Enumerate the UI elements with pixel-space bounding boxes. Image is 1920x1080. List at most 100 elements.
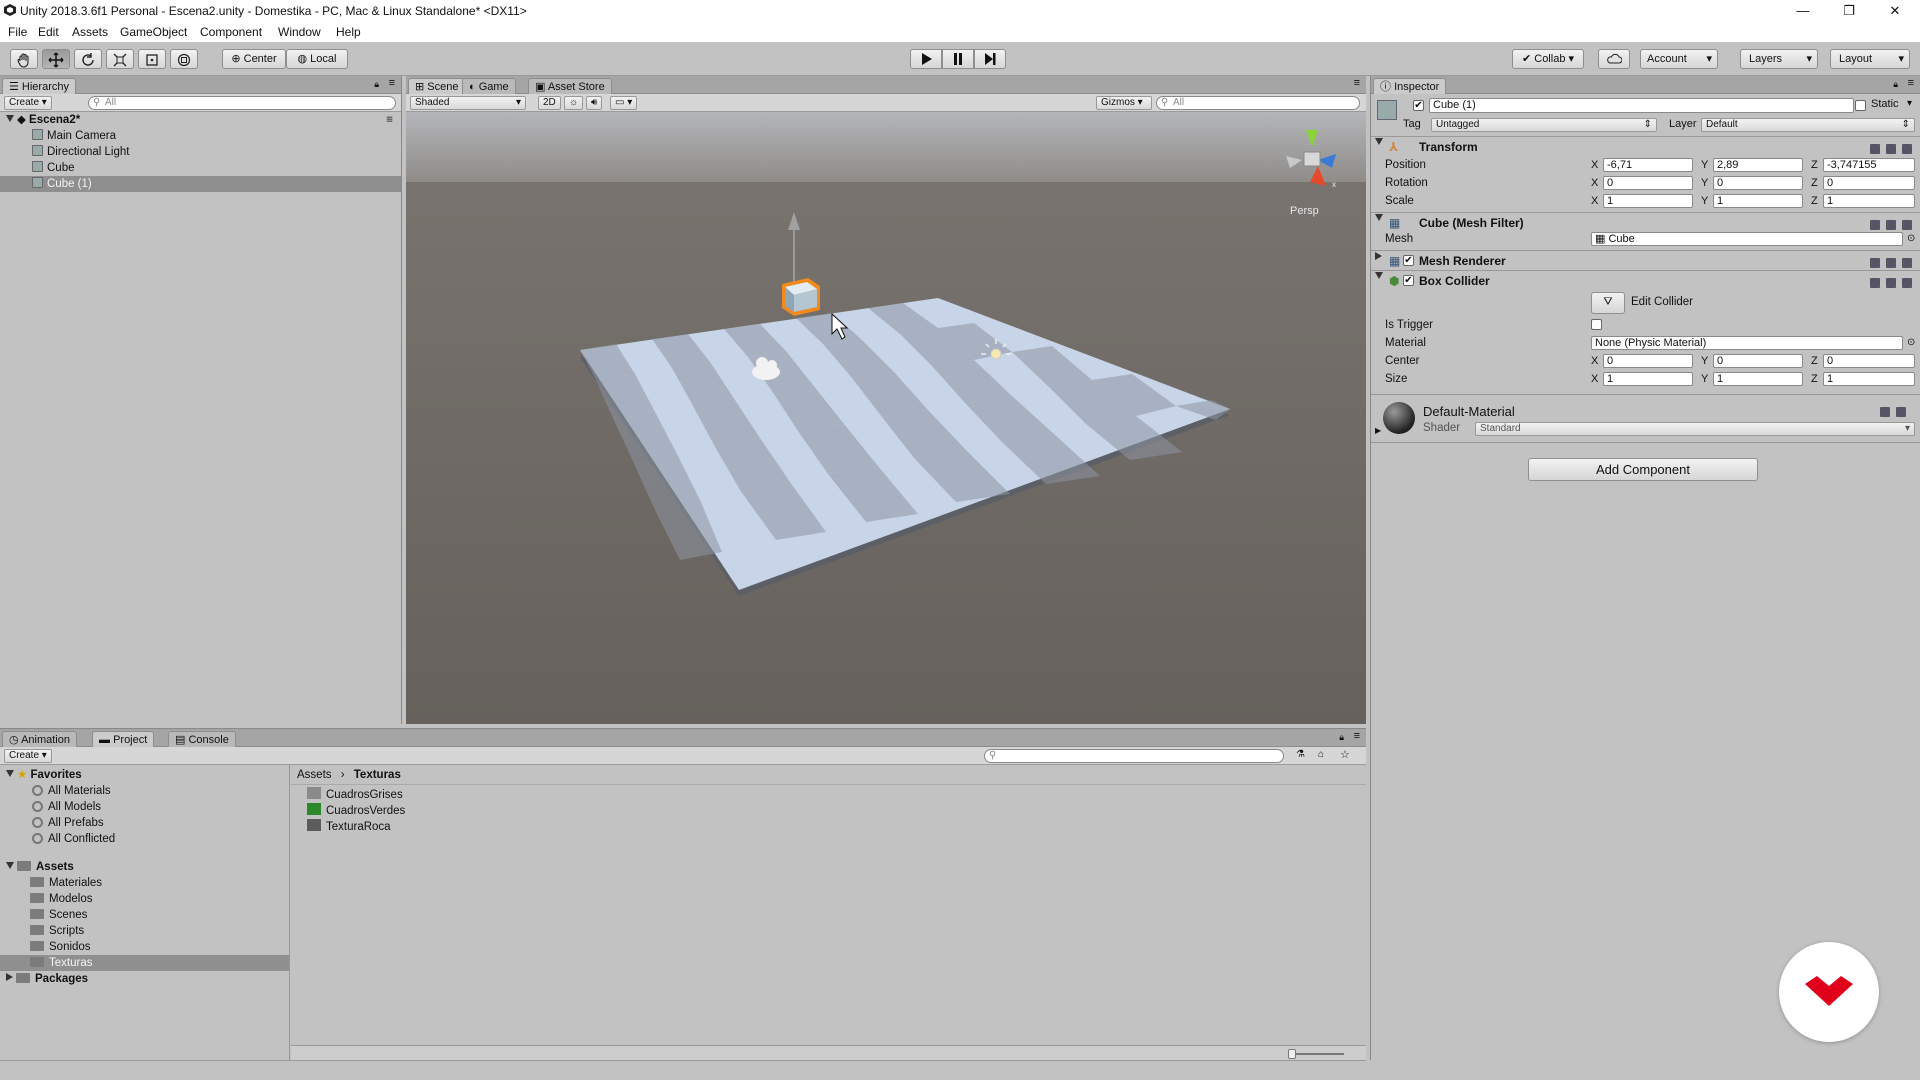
transform-header[interactable]: ⅄ Transform [1371, 138, 1920, 156]
hand-tool-icon[interactable] [10, 49, 38, 69]
component-header-icons[interactable] [1864, 275, 1914, 288]
add-component-button[interactable]: Add Component [1528, 458, 1758, 481]
rect-tool-icon[interactable] [138, 49, 166, 69]
gizmos-dropdown[interactable]: Gizmos ▾ [1096, 96, 1152, 110]
rotation-z-field[interactable]: 0 [1823, 176, 1915, 190]
preset-icon[interactable] [1886, 220, 1896, 230]
mesh-renderer-header[interactable]: ▦ ✔ Mesh Renderer [1371, 252, 1920, 270]
size-y-field[interactable]: 1 [1713, 372, 1803, 386]
mesh-field[interactable]: ▦ Cube [1591, 232, 1903, 246]
box-collider-header[interactable]: ⬢ ✔ Box Collider [1371, 272, 1920, 290]
component-gear-icon[interactable] [1902, 220, 1912, 230]
menu-gameobject[interactable]: GameObject [120, 25, 187, 39]
asset-item-cuadrosgrises[interactable]: CuadrosGrises [291, 787, 1366, 803]
menu-file[interactable]: File [8, 25, 27, 39]
folder-sonidos[interactable]: Sonidos [0, 939, 289, 955]
help-icon[interactable] [1870, 258, 1880, 268]
assets-section[interactable]: Assets [0, 859, 289, 875]
tab-project[interactable]: ▬ Project [92, 731, 155, 747]
tab-asset-store[interactable]: ▣ Asset Store [528, 78, 612, 94]
is-trigger-checkbox[interactable] [1591, 319, 1602, 330]
component-gear-icon[interactable] [1902, 144, 1912, 154]
panel-menu-icon[interactable]: ≡ [1354, 730, 1360, 742]
material-expand-arrow-icon[interactable]: ▶ [1375, 426, 1381, 435]
favorite-all-conflicted[interactable]: All Conflicted [0, 831, 289, 847]
asset-item-cuadrosverdes[interactable]: CuadrosVerdes [291, 803, 1366, 819]
rotate-tool-icon[interactable] [74, 49, 102, 69]
preset-icon[interactable] [1886, 144, 1896, 154]
persp-label[interactable]: Persp [1290, 205, 1319, 217]
step-button[interactable] [974, 49, 1006, 69]
rotation-y-field[interactable]: 0 [1713, 176, 1803, 190]
material-header-icons[interactable] [1874, 406, 1914, 418]
favorite-star-icon[interactable]: ☆ [1340, 748, 1350, 761]
collapsed-arrow-icon[interactable] [6, 973, 13, 981]
tab-inspector[interactable]: ⓘ Inspector [1373, 78, 1447, 94]
tag-dropdown[interactable]: Untagged ⇕ [1431, 118, 1657, 132]
asset-item-texturaroca[interactable]: TexturaRoca [291, 819, 1366, 835]
static-checkbox[interactable] [1855, 100, 1866, 111]
minimize-button[interactable]: — [1780, 0, 1826, 22]
panel-menu-icon[interactable]: ≡ [1908, 77, 1914, 89]
menu-help[interactable]: Help [336, 25, 361, 39]
physic-material-field[interactable]: None (Physic Material) [1591, 336, 1903, 350]
pivot-local-button[interactable]: ◍ Local [286, 49, 348, 69]
play-button[interactable] [910, 49, 942, 69]
position-x-field[interactable]: -6,71 [1603, 158, 1693, 172]
expand-arrow-icon[interactable] [6, 770, 14, 777]
help-icon[interactable] [1880, 407, 1890, 417]
folder-modelos[interactable]: Modelos [0, 891, 289, 907]
account-dropdown[interactable]: Account ▾ [1640, 49, 1718, 69]
help-icon[interactable] [1870, 220, 1880, 230]
position-y-field[interactable]: 2,89 [1713, 158, 1803, 172]
position-z-field[interactable]: -3,747155 [1823, 158, 1915, 172]
component-gear-icon[interactable] [1896, 407, 1906, 417]
folder-scenes[interactable]: Scenes [0, 907, 289, 923]
menu-component[interactable]: Component [200, 25, 262, 39]
pivot-center-button[interactable]: ⊕ Center [222, 49, 286, 69]
center-y-field[interactable]: 0 [1713, 354, 1803, 368]
scale-y-field[interactable]: 1 [1713, 194, 1803, 208]
scale-tool-icon[interactable] [106, 49, 134, 69]
collapsed-arrow-icon[interactable] [1375, 252, 1382, 260]
move-tool-icon[interactable] [42, 49, 70, 69]
preset-icon[interactable] [1886, 278, 1896, 288]
selected-cube[interactable] [782, 278, 820, 316]
box-collider-enabled-checkbox[interactable]: ✔ [1403, 275, 1414, 286]
scene-root-row[interactable]: ◆ Escena2* ≡ [0, 112, 401, 128]
favorite-all-prefabs[interactable]: All Prefabs [0, 815, 289, 831]
expand-arrow-icon[interactable] [1375, 138, 1383, 145]
menu-assets[interactable]: Assets [72, 25, 108, 39]
scene-viewport[interactable]: x Persp [406, 112, 1366, 724]
transform-tool-icon[interactable] [170, 49, 198, 69]
help-icon[interactable] [1870, 278, 1880, 288]
scene-menu-icon[interactable]: ≡ [386, 112, 393, 128]
component-gear-icon[interactable] [1902, 278, 1912, 288]
expand-arrow-icon[interactable] [6, 115, 14, 122]
hierarchy-create-button[interactable]: Create ▾ [4, 96, 52, 110]
scale-x-field[interactable]: 1 [1603, 194, 1693, 208]
active-checkbox[interactable]: ✔ [1413, 100, 1424, 111]
component-header-icons[interactable] [1864, 255, 1914, 268]
tab-scene[interactable]: ⊞ Scene [408, 78, 466, 94]
audio-toggle-icon[interactable]: 🔊︎ [586, 96, 603, 110]
center-x-field[interactable]: 0 [1603, 354, 1693, 368]
favorite-all-materials[interactable]: All Materials [0, 783, 289, 799]
shader-dropdown[interactable]: Standard ▾ [1475, 422, 1915, 436]
folder-texturas[interactable]: Texturas [0, 955, 289, 971]
hierarchy-item-cube[interactable]: Cube [0, 160, 401, 176]
tab-console[interactable]: ▤ Console [168, 731, 236, 747]
lighting-toggle-icon[interactable]: ☼ [564, 96, 584, 110]
menu-window[interactable]: Window [278, 25, 321, 39]
cloud-button[interactable] [1598, 49, 1630, 69]
shading-mode-dropdown[interactable]: Shaded ▾ [410, 96, 526, 110]
close-button[interactable]: ✕ [1872, 0, 1918, 22]
component-header-icons[interactable] [1864, 217, 1914, 230]
preset-icon[interactable] [1886, 258, 1896, 268]
toggle-2d-button[interactable]: 2D [538, 96, 561, 110]
mesh-renderer-enabled-checkbox[interactable]: ✔ [1403, 255, 1414, 266]
effects-dropdown-icon[interactable]: ▭ ▾ [610, 96, 638, 110]
collab-button[interactable]: ✔ Collab ▾ [1512, 49, 1584, 69]
panel-menu-icon[interactable]: ≡ [389, 77, 395, 89]
hierarchy-item-directional-light[interactable]: Directional Light [0, 144, 401, 160]
